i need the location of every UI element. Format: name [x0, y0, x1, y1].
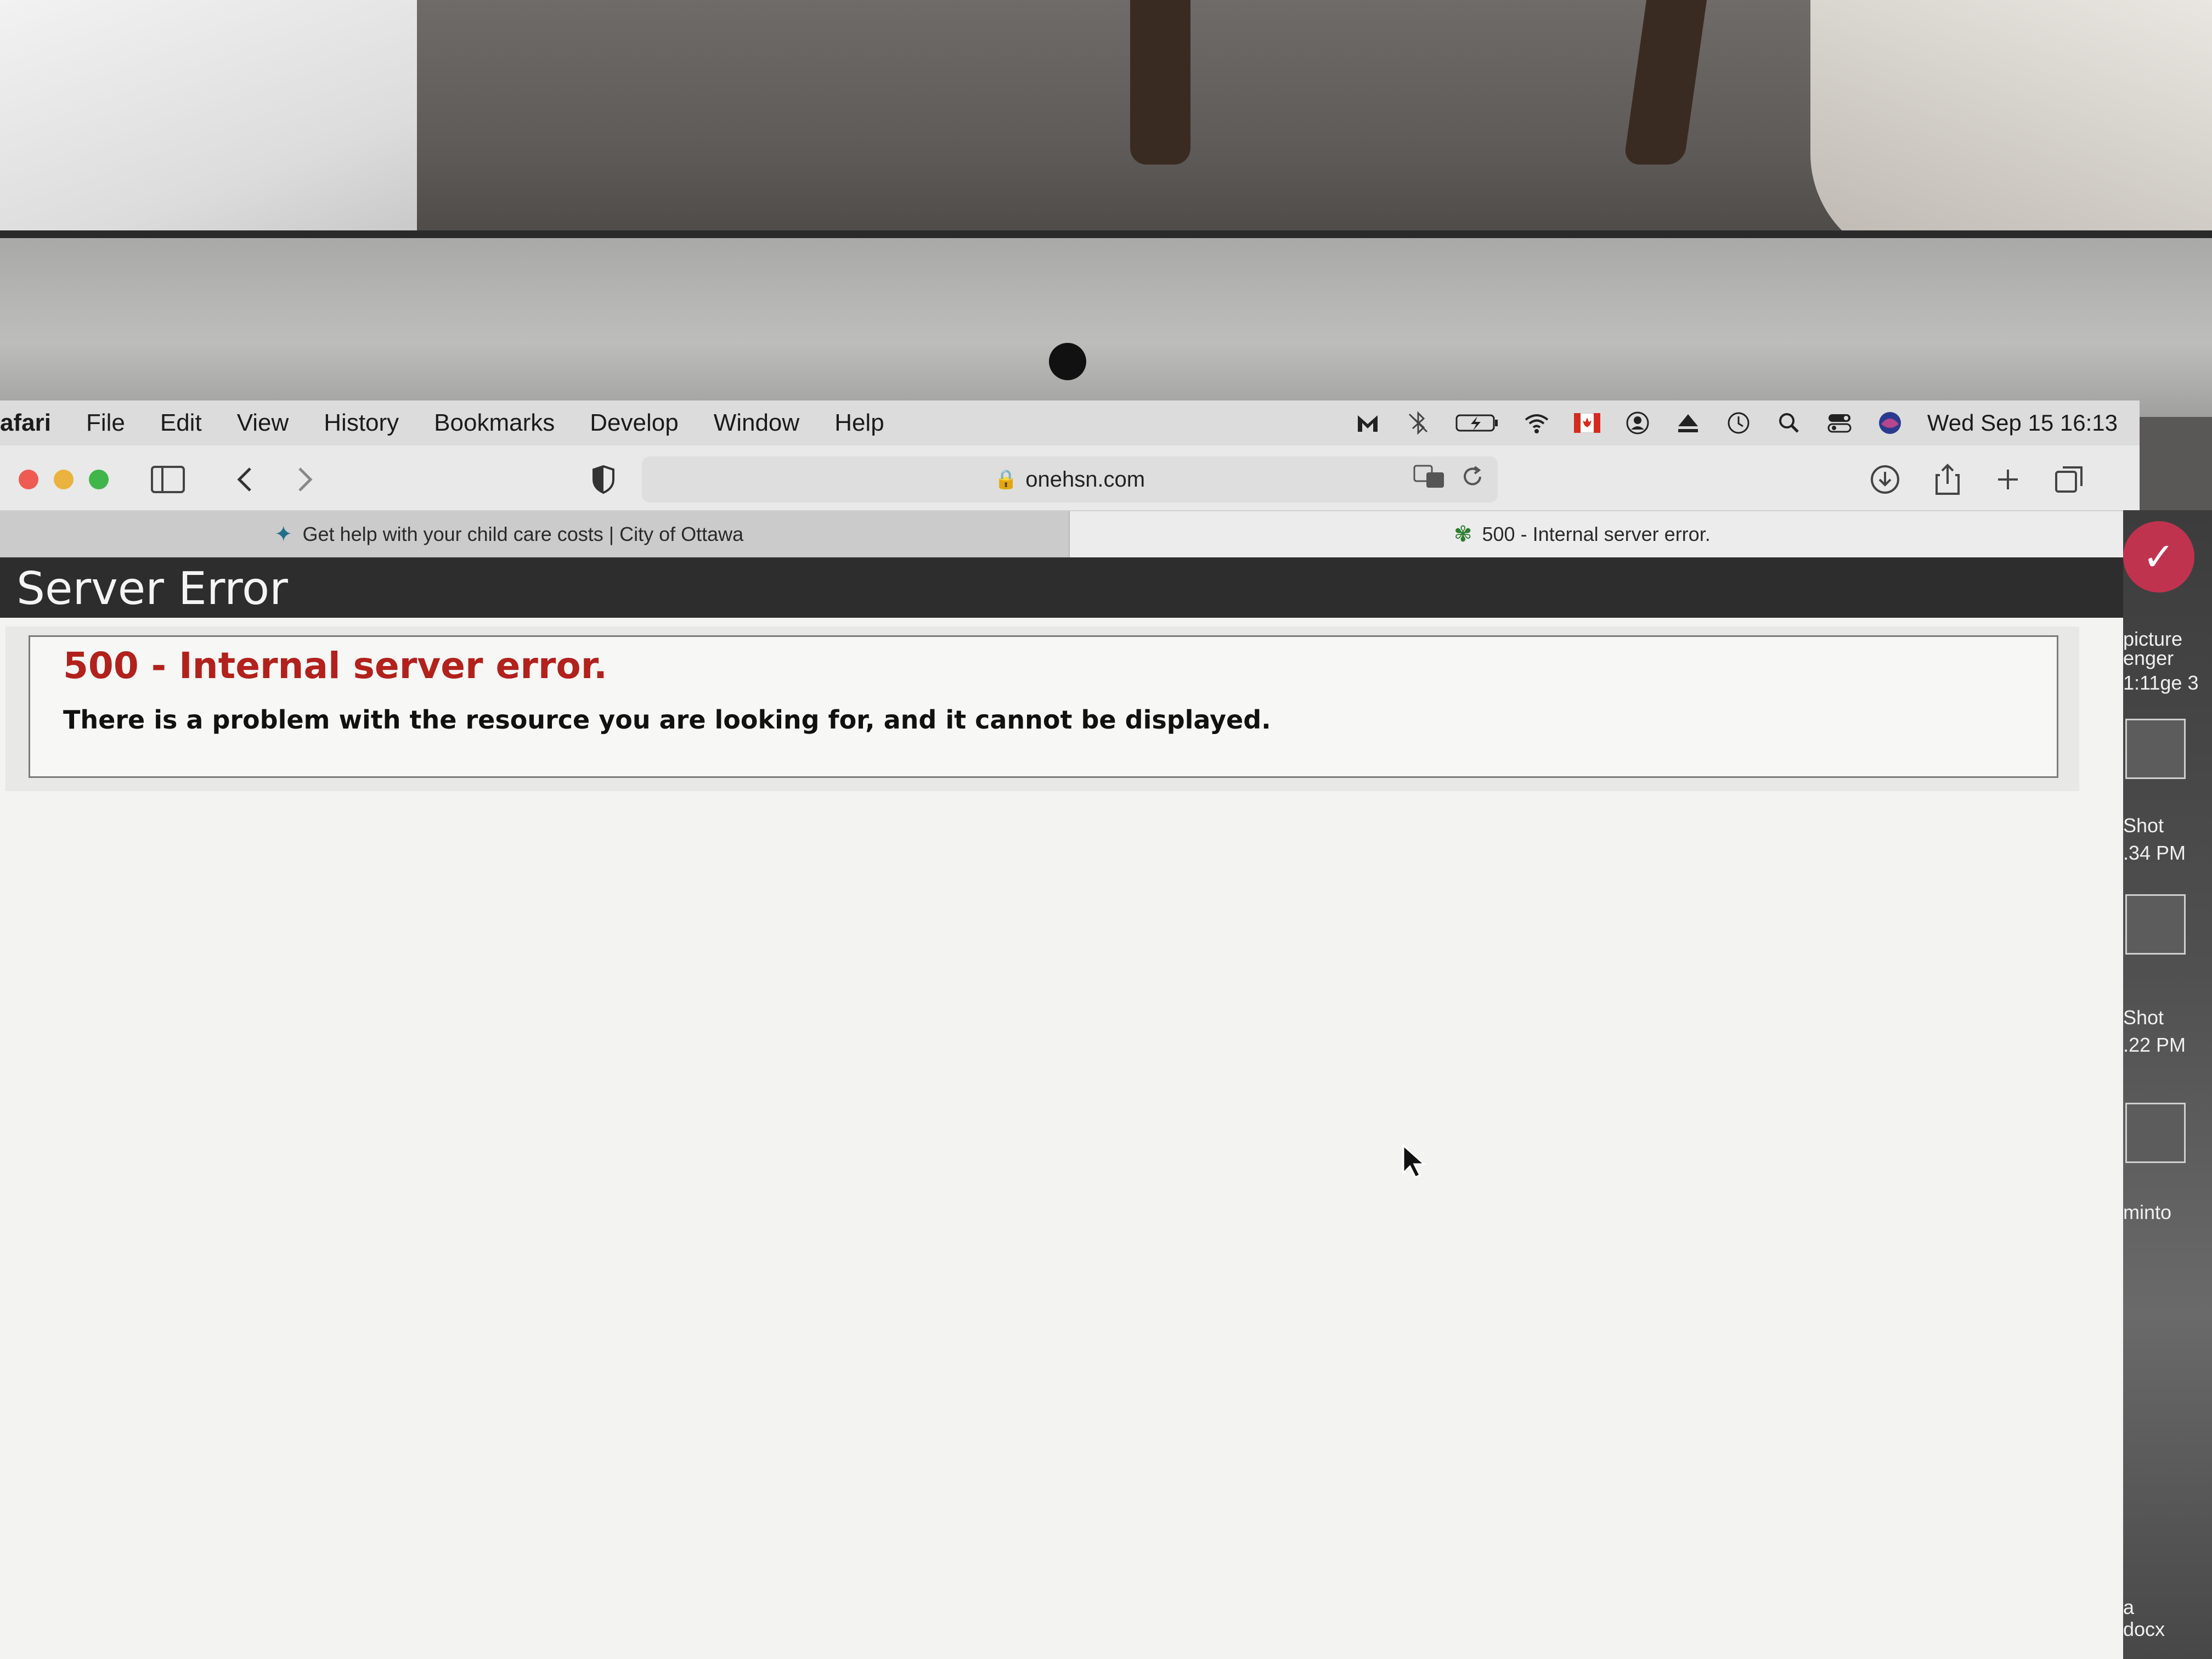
laptop-bezel	[0, 230, 2212, 417]
page-header: Server Error	[0, 557, 2140, 618]
zoom-window-button[interactable]	[89, 470, 109, 489]
tab-title: 500 - Internal server error.	[1482, 523, 1711, 545]
white-shelf	[0, 0, 417, 230]
desktop-file-label: Shot	[2123, 1006, 2164, 1029]
control-center-icon[interactable]	[1826, 410, 1853, 436]
minimize-window-button[interactable]	[54, 470, 74, 489]
battery-charging-icon[interactable]	[1455, 410, 1499, 436]
new-tab-plus-icon[interactable]	[1988, 462, 2028, 497]
content-container: 500 - Internal server error. There is a …	[5, 627, 2079, 791]
site-favicon-icon: ✾	[1454, 522, 1472, 546]
desktop-file-label: .34 PM	[2123, 842, 2186, 864]
tab-overview-icon[interactable]	[2050, 462, 2089, 497]
error-title: 500 - Internal server error.	[63, 645, 607, 687]
forward-chevron-icon[interactable]	[285, 462, 325, 497]
spotlight-search-icon[interactable]	[1776, 410, 1802, 436]
translate-icon[interactable]	[1413, 465, 1446, 494]
desktop-file-thumbnail[interactable]	[2125, 719, 2186, 779]
user-icon[interactable]	[1624, 410, 1651, 436]
menu-window[interactable]: Window	[696, 409, 817, 437]
desktop-file-label: Shot	[2123, 814, 2164, 837]
menubar-clock[interactable]: Wed Sep 15 16:13	[1927, 410, 2118, 436]
menu-help[interactable]: Help	[817, 409, 902, 437]
share-icon[interactable]	[1928, 462, 1967, 497]
downloads-icon[interactable]	[1865, 462, 1905, 497]
desktop-file-label: .22 PM	[2123, 1034, 2186, 1056]
menu-app-safari[interactable]: afari	[0, 409, 69, 437]
canada-flag-icon[interactable]	[1573, 410, 1600, 436]
menu-view[interactable]: View	[219, 409, 307, 437]
sidebar-toggle-icon[interactable]	[148, 462, 188, 497]
tab-title: Get help with your child care costs | Ci…	[302, 523, 744, 545]
laptop-screen: afari File Edit View History Bookmarks D…	[0, 400, 2140, 1659]
error-message: There is a problem with the resource you…	[63, 705, 1271, 735]
webcam	[1049, 343, 1086, 380]
menu-file[interactable]: File	[69, 409, 143, 437]
desktop-file-label: 1:11ge 3	[2123, 672, 2199, 694]
menu-develop[interactable]: Develop	[572, 409, 696, 437]
eject-icon[interactable]	[1675, 410, 1701, 436]
chair-leg	[1623, 0, 1707, 165]
desktop-file-label: a	[2123, 1596, 2135, 1618]
tab-bar: ✦ Get help with your child care costs | …	[0, 511, 2140, 557]
siri-icon[interactable]	[1877, 410, 1903, 436]
browser-toolbar: 🔒 onehsn.com	[0, 445, 2140, 511]
menubar-status-area: Wed Sep 15 16:13	[1355, 400, 2118, 445]
malwarebytes-icon[interactable]	[1355, 410, 1381, 436]
bluetooth-off-icon[interactable]	[1405, 410, 1431, 436]
menu-history[interactable]: History	[306, 409, 416, 437]
close-window-button[interactable]	[19, 470, 38, 489]
app-badge-icon: ✓	[2123, 521, 2194, 592]
desktop-file-label: docx	[2123, 1618, 2165, 1640]
menu-bookmarks[interactable]: Bookmarks	[416, 409, 572, 437]
desktop-file-label: enger	[2123, 647, 2174, 669]
reload-icon[interactable]	[1460, 465, 1485, 494]
address-bar[interactable]: 🔒 onehsn.com	[642, 456, 1498, 503]
city-of-ottawa-favicon-icon: ✦	[274, 522, 293, 546]
web-page: Server Error 500 - Internal server error…	[0, 557, 2140, 1659]
error-box: 500 - Internal server error. There is a …	[29, 635, 2058, 778]
chair-leg	[1130, 0, 1190, 165]
pillow	[1810, 0, 2212, 263]
mouse-pointer-icon	[1402, 1143, 1426, 1188]
tab-child-care-costs[interactable]: ✦ Get help with your child care costs | …	[0, 511, 1070, 557]
back-chevron-icon[interactable]	[225, 462, 264, 497]
lock-icon: 🔒	[994, 469, 1018, 490]
desktop-file-thumbnail[interactable]	[2125, 894, 2186, 955]
privacy-shield-icon[interactable]	[584, 462, 623, 497]
desktop-file-label: minto	[2123, 1201, 2172, 1223]
background-room-photo	[0, 0, 2212, 263]
desktop-file-thumbnail[interactable]	[2125, 1103, 2186, 1163]
wifi-icon[interactable]	[1523, 410, 1550, 436]
time-machine-icon[interactable]	[1725, 410, 1752, 436]
menubar: afari File Edit View History Bookmarks D…	[0, 400, 2140, 445]
desktop-edge: ✓ picture enger 1:11ge 3 Shot .34 PM Sho…	[2123, 510, 2212, 1659]
menu-edit[interactable]: Edit	[143, 409, 219, 437]
page-title: Server Error	[16, 563, 288, 615]
address-bar-url: onehsn.com	[1025, 467, 1146, 492]
tab-internal-server-error[interactable]: ✾ 500 - Internal server error.	[1070, 511, 2140, 557]
window-controls	[19, 470, 109, 489]
